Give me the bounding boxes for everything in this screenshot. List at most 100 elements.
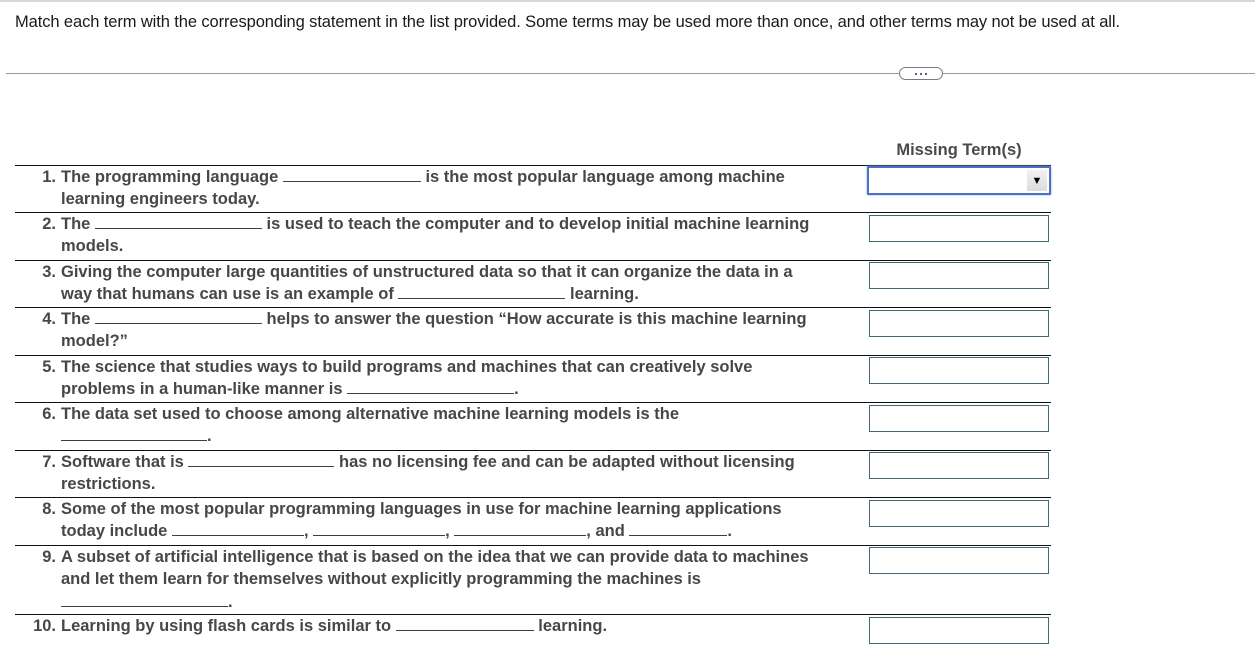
missing-term-field-3[interactable]: [869, 262, 1049, 289]
question-text-segment: .: [207, 426, 212, 445]
question-text-segment: ,: [445, 521, 455, 540]
instructions-text: Match each term with the corresponding s…: [15, 13, 1120, 31]
row-divider: [15, 450, 1051, 451]
question-text-segment: The science that studies ways to build p…: [61, 358, 753, 376]
question-text-line: The programming language is the most pop…: [61, 167, 856, 189]
question-text-segment: .: [727, 521, 732, 540]
question-number: 10.: [33, 617, 56, 635]
question-text: The science that studies ways to build p…: [61, 357, 856, 400]
question-text-segment: The: [61, 310, 95, 328]
question-text: Software that is has no licensing fee an…: [61, 452, 856, 495]
top-border: [0, 0, 1255, 2]
question-text-segment: Software that is: [61, 453, 189, 471]
row-divider: [15, 355, 1051, 356]
answer-blank: [282, 167, 421, 182]
question-text-line: The data set used to choose among altern…: [61, 404, 856, 426]
question-text-line: .: [61, 592, 856, 614]
answer-blank: [61, 426, 207, 441]
missing-term-field-6[interactable]: [869, 405, 1049, 432]
question-text-line: The is used to teach the computer and to…: [61, 214, 856, 236]
question-text-line: Learning by using flash cards is similar…: [61, 616, 856, 638]
row-divider: [15, 497, 1051, 498]
question-text: A subset of artificial intelligence that…: [61, 547, 856, 614]
question-text-segment: restrictions.: [61, 474, 156, 493]
missing-term-dropdown-1[interactable]: ▼: [867, 166, 1051, 195]
row-divider: [15, 307, 1051, 308]
question-text-segment: models.: [61, 236, 124, 255]
question-text-line: model?”: [61, 331, 856, 353]
ellipsis-icon: [920, 72, 922, 75]
question-text: The is used to teach the computer and to…: [61, 214, 856, 257]
question-number: 9.: [42, 548, 56, 566]
question-text-segment: learning.: [565, 284, 639, 303]
question-text-line: Giving the computer large quantities of …: [61, 262, 856, 284]
answer-blank: [395, 616, 534, 631]
missing-term-field-8[interactable]: [869, 500, 1049, 527]
missing-term-field-10[interactable]: [869, 617, 1049, 644]
question-number: 3.: [42, 263, 56, 281]
question-text-line: problems in a human-like manner is .: [61, 379, 856, 401]
question-text-segment: .: [228, 593, 233, 611]
answer-blank: [94, 309, 262, 324]
row-divider: [15, 260, 1051, 261]
question-text: Some of the most popular programming lan…: [61, 499, 856, 542]
question-text-line: way that humans can use is an example of…: [61, 284, 856, 306]
question-text: The helps to answer the question “How ac…: [61, 309, 856, 352]
missing-terms-header: Missing Term(s): [896, 141, 1022, 159]
question-text-line: The helps to answer the question “How ac…: [61, 309, 856, 331]
question-text-segment: and let them learn for themselves withou…: [61, 569, 701, 588]
question-text-segment: Learning by using flash cards is similar…: [61, 617, 396, 635]
question-text-line: Some of the most popular programming lan…: [61, 499, 856, 521]
answer-blank: [347, 379, 515, 394]
missing-term-field-9[interactable]: [869, 547, 1049, 574]
answer-blank: [454, 521, 587, 536]
missing-term-field-5[interactable]: [869, 357, 1049, 384]
row-divider: [15, 402, 1051, 403]
answer-blank: [313, 521, 446, 536]
dropdown-arrow-icon[interactable]: ▼: [1027, 170, 1047, 191]
question-text-segment: way that humans can use is an example of: [61, 284, 399, 303]
question-text-segment: model?”: [61, 331, 128, 350]
ellipsis-icon: [925, 72, 927, 75]
question-text: Giving the computer large quantities of …: [61, 262, 856, 305]
question-number: 4.: [42, 310, 56, 328]
question-text: Learning by using flash cards is similar…: [61, 616, 856, 638]
question-text-line: .: [61, 426, 856, 448]
question-text-segment: The programming language: [61, 168, 283, 186]
question-text-segment: , and: [586, 521, 630, 540]
question-text-segment: today include: [61, 521, 172, 540]
question-text-line: models.: [61, 236, 856, 258]
question-number: 1.: [42, 168, 56, 186]
question-text-segment: helps to answer the question “How accura…: [261, 310, 807, 328]
question-number: 5.: [42, 358, 56, 376]
question-number: 7.: [42, 453, 56, 471]
question-text-segment: Some of the most popular programming lan…: [61, 500, 782, 518]
question-text-line: learning engineers today.: [61, 189, 856, 211]
missing-term-field-7[interactable]: [869, 452, 1049, 479]
answer-blank: [629, 521, 728, 536]
question-text-segment: .: [514, 379, 519, 398]
question-text-line: restrictions.: [61, 474, 856, 496]
question-text-segment: ,: [303, 521, 314, 540]
question-number: 6.: [42, 405, 56, 423]
question-text-segment: learning engineers today.: [61, 189, 260, 208]
question-text-line: Software that is has no licensing fee an…: [61, 452, 856, 474]
question-text-segment: The: [61, 215, 95, 233]
more-button[interactable]: [899, 67, 943, 80]
question-text: The programming language is the most pop…: [61, 167, 856, 210]
question-text-line: A subset of artificial intelligence that…: [61, 547, 856, 569]
answer-blank: [61, 592, 228, 607]
missing-term-field-2[interactable]: [869, 215, 1049, 242]
question-text-segment: has no licensing fee and can be adapted …: [334, 453, 795, 471]
question-number: 2.: [42, 215, 56, 233]
answer-blank: [188, 452, 335, 467]
row-divider: [15, 614, 1051, 615]
row-divider: [15, 212, 1051, 213]
question-text-segment: learning.: [533, 617, 608, 635]
row-divider: [15, 545, 1051, 546]
question-text-line: today include , , , and .: [61, 521, 856, 543]
question-text-segment: Giving the computer large quantities of …: [61, 263, 793, 281]
question-text: The data set used to choose among altern…: [61, 404, 856, 447]
answer-blank: [398, 284, 566, 299]
missing-term-field-4[interactable]: [869, 310, 1049, 337]
